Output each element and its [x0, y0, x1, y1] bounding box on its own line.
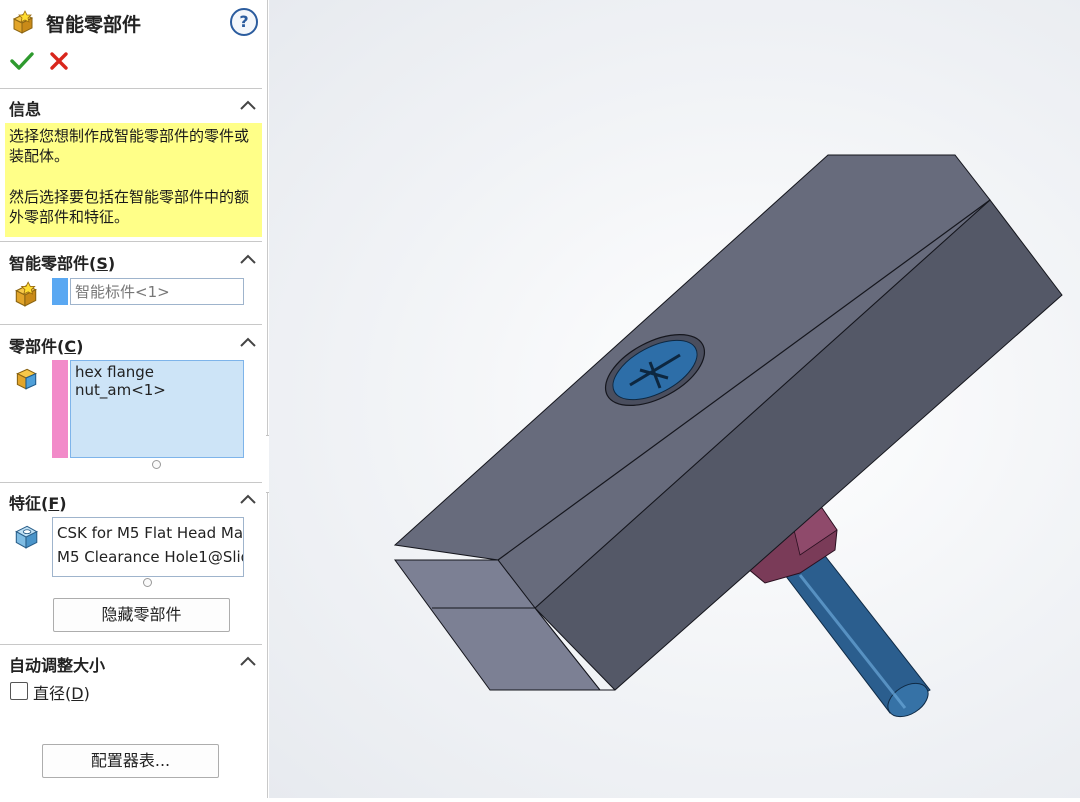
section-title-text: 特征(	[9, 494, 49, 513]
check-icon[interactable]	[10, 50, 34, 72]
list-item[interactable]: M5 Clearance Hole1@Slidi	[57, 545, 243, 569]
panel-title: 智能零部件	[46, 14, 142, 36]
section-title-shortcut: C	[64, 337, 77, 356]
info-section-title[interactable]: 信息	[9, 96, 41, 120]
section-title-text: 智能零部件(	[9, 254, 97, 273]
smart-component-field[interactable]: 智能标件<1>	[70, 278, 244, 305]
divider	[0, 324, 262, 325]
checkbox-label-paren: )	[83, 684, 90, 703]
divider	[0, 241, 262, 242]
divider	[0, 644, 262, 645]
section-title-paren: )	[107, 254, 116, 273]
checkbox-label-shortcut: D	[71, 684, 84, 703]
smart-component-section-title[interactable]: 智能零部件(S)	[9, 250, 115, 274]
diameter-checkbox-label[interactable]: 直径(D)	[33, 680, 90, 704]
list-item[interactable]: CSK for M5 Flat Head Mach	[57, 521, 243, 545]
chevron-up-icon[interactable]	[239, 493, 257, 505]
help-button[interactable]: ?	[230, 8, 258, 36]
feature-icon	[15, 525, 38, 549]
section-title-shortcut: S	[96, 254, 108, 273]
configurator-table-button[interactable]: 配置器表...	[42, 744, 219, 778]
component-part-icon	[16, 368, 37, 390]
section-title-shortcut: F	[48, 494, 60, 513]
features-section-title[interactable]: 特征(F)	[9, 490, 67, 514]
divider	[0, 88, 262, 89]
checkbox-label-text: 直径(	[33, 684, 72, 703]
chevron-up-icon[interactable]	[239, 655, 257, 667]
chevron-up-icon[interactable]	[239, 336, 257, 348]
components-section-title[interactable]: 零部件(C)	[9, 333, 83, 357]
graphics-viewport[interactable]	[269, 0, 1080, 798]
autosize-section-title[interactable]: 自动调整大小	[9, 652, 105, 676]
hide-components-button[interactable]: 隐藏零部件	[53, 598, 230, 632]
x-icon[interactable]	[48, 50, 70, 72]
diameter-checkbox[interactable]	[10, 682, 28, 700]
chevron-up-icon[interactable]	[239, 99, 257, 111]
3d-model-view[interactable]	[269, 0, 1080, 798]
section-title-text: 零部件(	[9, 337, 65, 356]
chevron-up-icon[interactable]	[239, 253, 257, 265]
components-list[interactable]: hex flange nut_am<1>	[70, 360, 244, 458]
smart-component-icon	[12, 10, 34, 34]
property-manager-panel: 智能零部件 ? 信息 选择您想制作成智能零部件的零件或装配体。 然后选择要包括在…	[0, 0, 268, 798]
info-message-box: 选择您想制作成智能零部件的零件或装配体。 然后选择要包括在智能零部件中的额外零部…	[5, 123, 262, 237]
section-title-paren: )	[59, 494, 67, 513]
selection-color-bar	[52, 360, 68, 458]
info-text-2: 然后选择要包括在智能零部件中的额外零部件和特征。	[9, 188, 250, 226]
resize-handle[interactable]	[152, 460, 161, 469]
section-title-paren: )	[76, 337, 84, 356]
divider	[0, 482, 262, 483]
selection-color-bar	[52, 278, 68, 305]
info-text-1: 选择您想制作成智能零部件的零件或装配体。	[9, 127, 250, 165]
smart-component-icon	[15, 281, 37, 307]
list-item[interactable]: hex flange nut_am<1>	[75, 363, 239, 399]
features-list[interactable]: CSK for M5 Flat Head Mach M5 Clearance H…	[52, 517, 244, 577]
panel-header: 智能零部件 ?	[8, 6, 258, 38]
resize-handle[interactable]	[143, 578, 152, 587]
